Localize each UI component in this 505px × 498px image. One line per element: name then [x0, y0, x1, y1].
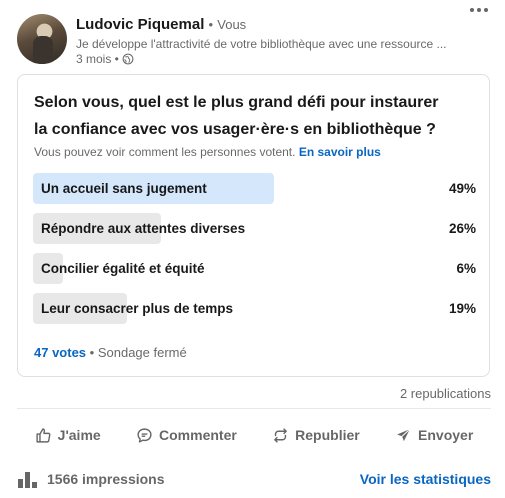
like-icon	[36, 427, 51, 443]
author-name[interactable]: Ludovic Piquemal	[76, 16, 204, 33]
send-button[interactable]: Envoyer	[385, 419, 483, 452]
divider	[17, 408, 491, 409]
votes-count-link[interactable]: 47 votes	[34, 345, 86, 360]
comment-button[interactable]: Commenter	[126, 419, 247, 452]
author-relation: Vous	[217, 17, 247, 32]
repost-label: Republier	[295, 427, 360, 443]
learn-more-link[interactable]: En savoir plus	[299, 145, 381, 159]
poll-option[interactable]: Leur consacrer plus de temps 19%	[33, 293, 476, 324]
post-time: 3 mois •	[76, 52, 119, 66]
view-stats-link[interactable]: Voir les statistiques	[360, 471, 491, 487]
poll-option-label: Un accueil sans jugement	[41, 181, 207, 196]
poll-status: • Sondage fermé	[89, 345, 187, 360]
send-icon	[397, 428, 411, 441]
poll-card: Selon vous, quel est le plus grand défi …	[17, 74, 490, 377]
globe-icon	[122, 53, 134, 65]
like-label: J'aime	[57, 427, 101, 443]
poll-question: Selon vous, quel est le plus grand défi …	[34, 94, 439, 138]
poll-visibility-note: Vous pouvez voir comment les personnes v…	[34, 145, 381, 159]
poll-option[interactable]: Un accueil sans jugement 49%	[33, 173, 476, 204]
action-bar: J'aime Commenter Republier Envoyer	[17, 414, 491, 456]
more-icon	[470, 8, 488, 12]
visibility-text: Vous pouvez voir comment les personnes v…	[34, 145, 296, 159]
post-header: Ludovic Piquemal • Vous Je développe l'a…	[17, 14, 505, 66]
poll-option-percent: 26%	[448, 221, 476, 236]
comment-icon	[137, 427, 152, 443]
avatar[interactable]	[17, 14, 67, 64]
post-meta: 3 mois •	[76, 52, 134, 66]
poll-option-label: Leur consacrer plus de temps	[41, 301, 234, 316]
poll-footer: 47 votes • Sondage fermé	[34, 345, 187, 360]
poll-option-label: Répondre aux attentes diverses	[41, 221, 246, 236]
poll-option-label: Concilier égalité et équité	[41, 261, 205, 276]
poll-option-percent: 6%	[456, 261, 476, 276]
poll-option[interactable]: Répondre aux attentes diverses 26%	[33, 213, 476, 244]
repost-button[interactable]: Republier	[262, 419, 370, 452]
impressions[interactable]: 1566 impressions	[17, 470, 165, 488]
send-label: Envoyer	[418, 427, 474, 443]
separator-dot: •	[208, 17, 214, 32]
comment-label: Commenter	[159, 427, 237, 443]
impressions-count: 1566 impressions	[47, 471, 165, 487]
like-button[interactable]: J'aime	[25, 419, 111, 452]
poll-option-percent: 19%	[448, 301, 476, 316]
repost-icon	[274, 427, 288, 443]
poll-option-percent: 49%	[448, 181, 476, 196]
poll-option[interactable]: Concilier égalité et équité 6%	[33, 253, 476, 284]
analytics-icon	[18, 472, 37, 488]
author-line: Ludovic Piquemal • Vous	[76, 16, 246, 33]
reposts-count[interactable]: 2 republications	[400, 386, 491, 401]
more-options-button[interactable]	[467, 2, 491, 18]
author-headline: Je développe l'attractivité de votre bib…	[76, 37, 447, 51]
